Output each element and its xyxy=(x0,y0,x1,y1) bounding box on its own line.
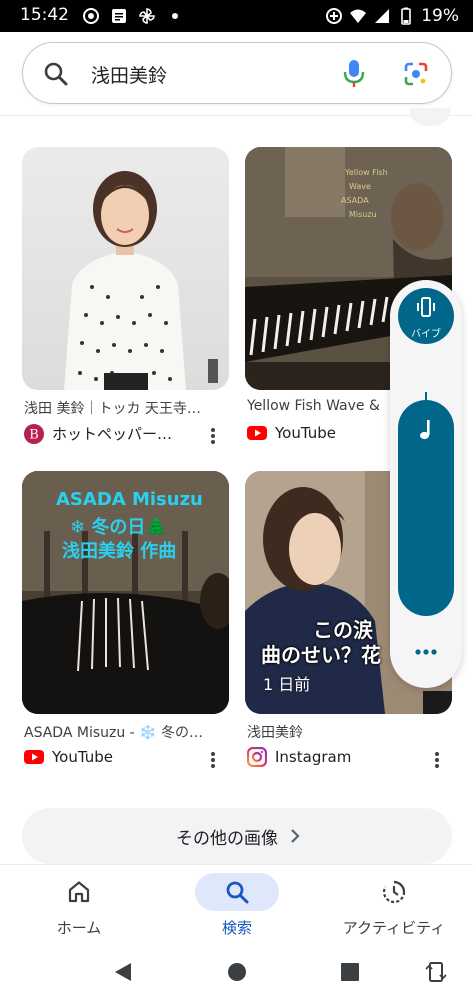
signal-icon xyxy=(375,9,390,23)
chevron-right-icon xyxy=(291,829,300,843)
svg-text:Misuzu: Misuzu xyxy=(349,210,377,219)
vibrate-label: バイブ xyxy=(411,329,441,340)
nav-home[interactable]: ホーム xyxy=(0,865,158,945)
battery-icon xyxy=(401,7,412,25)
result-title-1[interactable]: 浅田 美鈴｜トッカ 天王寺… xyxy=(24,398,229,418)
vibrate-icon xyxy=(417,297,435,317)
more-horiz-icon[interactable] xyxy=(414,648,438,656)
youtube-icon xyxy=(24,750,44,764)
thumbnail-text-line-2: ❄ 冬の日🌲 xyxy=(70,517,168,538)
status-time: 15:42 xyxy=(20,5,69,25)
nav-search-label: 検索 xyxy=(221,919,252,937)
nav-home-label: ホーム xyxy=(56,919,102,937)
nav-activity[interactable]: アクティビティ xyxy=(315,865,473,945)
home-circle-icon[interactable] xyxy=(225,960,249,984)
wifi-icon xyxy=(350,9,367,23)
home-icon xyxy=(68,881,90,903)
result-source-label-2: YouTube xyxy=(275,424,336,442)
more-vert-icon[interactable] xyxy=(432,750,442,770)
dot-icon xyxy=(172,13,178,19)
more-vert-icon[interactable] xyxy=(208,426,218,446)
result-title-4[interactable]: 浅田美鈴 xyxy=(247,722,387,742)
thumbnail-text-line-3: 浅田美鈴 作曲 xyxy=(62,541,177,562)
document-icon xyxy=(112,9,126,23)
header-divider xyxy=(0,115,473,116)
nav-activity-label: アクティビティ xyxy=(342,919,446,937)
search-icon xyxy=(226,881,249,904)
svg-text:ASADA: ASADA xyxy=(341,196,369,205)
thumbnail-caption-line-2: 曲のせい？花 xyxy=(261,643,381,667)
search-icon xyxy=(44,62,68,86)
result-source-3[interactable]: YouTube xyxy=(24,747,194,767)
media-volume-slider[interactable] xyxy=(398,400,454,616)
svg-text:B: B xyxy=(29,427,39,442)
music-note-icon xyxy=(420,420,430,440)
svg-text:Yellow Fish: Yellow Fish xyxy=(344,168,388,177)
rotate-screen-icon[interactable] xyxy=(424,960,448,984)
hotpepper-beauty-icon: B xyxy=(24,423,44,444)
more-images-label: その他の画像 xyxy=(176,829,278,849)
result-source-2[interactable]: YouTube xyxy=(247,423,387,443)
volume-panel: バイブ xyxy=(390,280,462,688)
recents-icon[interactable] xyxy=(338,960,362,984)
battery-percent: 19% xyxy=(421,6,459,26)
microphone-icon[interactable] xyxy=(343,59,365,89)
more-vert-icon[interactable] xyxy=(208,750,218,770)
add-circle-icon xyxy=(326,8,343,24)
result-image-3[interactable]: ASADA Misuzu ❄ 冬の日🌲 浅田美鈴 作曲 xyxy=(22,471,229,714)
pinwheel-icon xyxy=(139,8,155,24)
result-source-1[interactable]: B ホットペッパー… xyxy=(24,423,194,444)
portrait-photo xyxy=(64,171,218,390)
result-image-1[interactable] xyxy=(22,147,229,390)
more-images-button[interactable]: その他の画像 xyxy=(22,808,452,864)
google-lens-icon[interactable] xyxy=(403,61,429,87)
result-title-2[interactable]: Yellow Fish Wave & xyxy=(247,398,387,414)
back-icon[interactable] xyxy=(111,960,135,984)
nav-search[interactable]: 検索 xyxy=(158,865,316,945)
collapse-handle[interactable] xyxy=(409,108,451,126)
result-source-label-1: ホットペッパー… xyxy=(52,425,173,443)
status-bar: 15:42 19% xyxy=(0,0,473,32)
data-saver-icon xyxy=(83,8,99,24)
search-bar[interactable]: 浅田美鈴 xyxy=(22,42,452,104)
result-source-label-3: YouTube xyxy=(52,748,113,766)
youtube-icon xyxy=(247,426,267,440)
result-title-3[interactable]: ASADA Misuzu - ❄️ 冬の… xyxy=(24,722,229,742)
notification-icons xyxy=(82,7,184,25)
bottom-navigation: ホーム 検索 アクティビティ xyxy=(0,864,473,944)
vibrate-toggle-button[interactable]: バイブ xyxy=(398,288,454,344)
instagram-icon xyxy=(247,747,267,767)
system-status-icons: 19% xyxy=(325,6,459,26)
search-input[interactable]: 浅田美鈴 xyxy=(91,61,167,88)
result-source-4[interactable]: Instagram xyxy=(247,747,417,767)
svg-text:Wave: Wave xyxy=(349,182,371,191)
thumbnail-text-line-1: ASADA Misuzu xyxy=(56,489,203,510)
system-navigation-bar xyxy=(0,944,473,1000)
result-source-label-4: Instagram xyxy=(275,748,352,766)
activity-icon xyxy=(382,880,406,904)
time-badge: 1 日前 xyxy=(263,675,311,694)
